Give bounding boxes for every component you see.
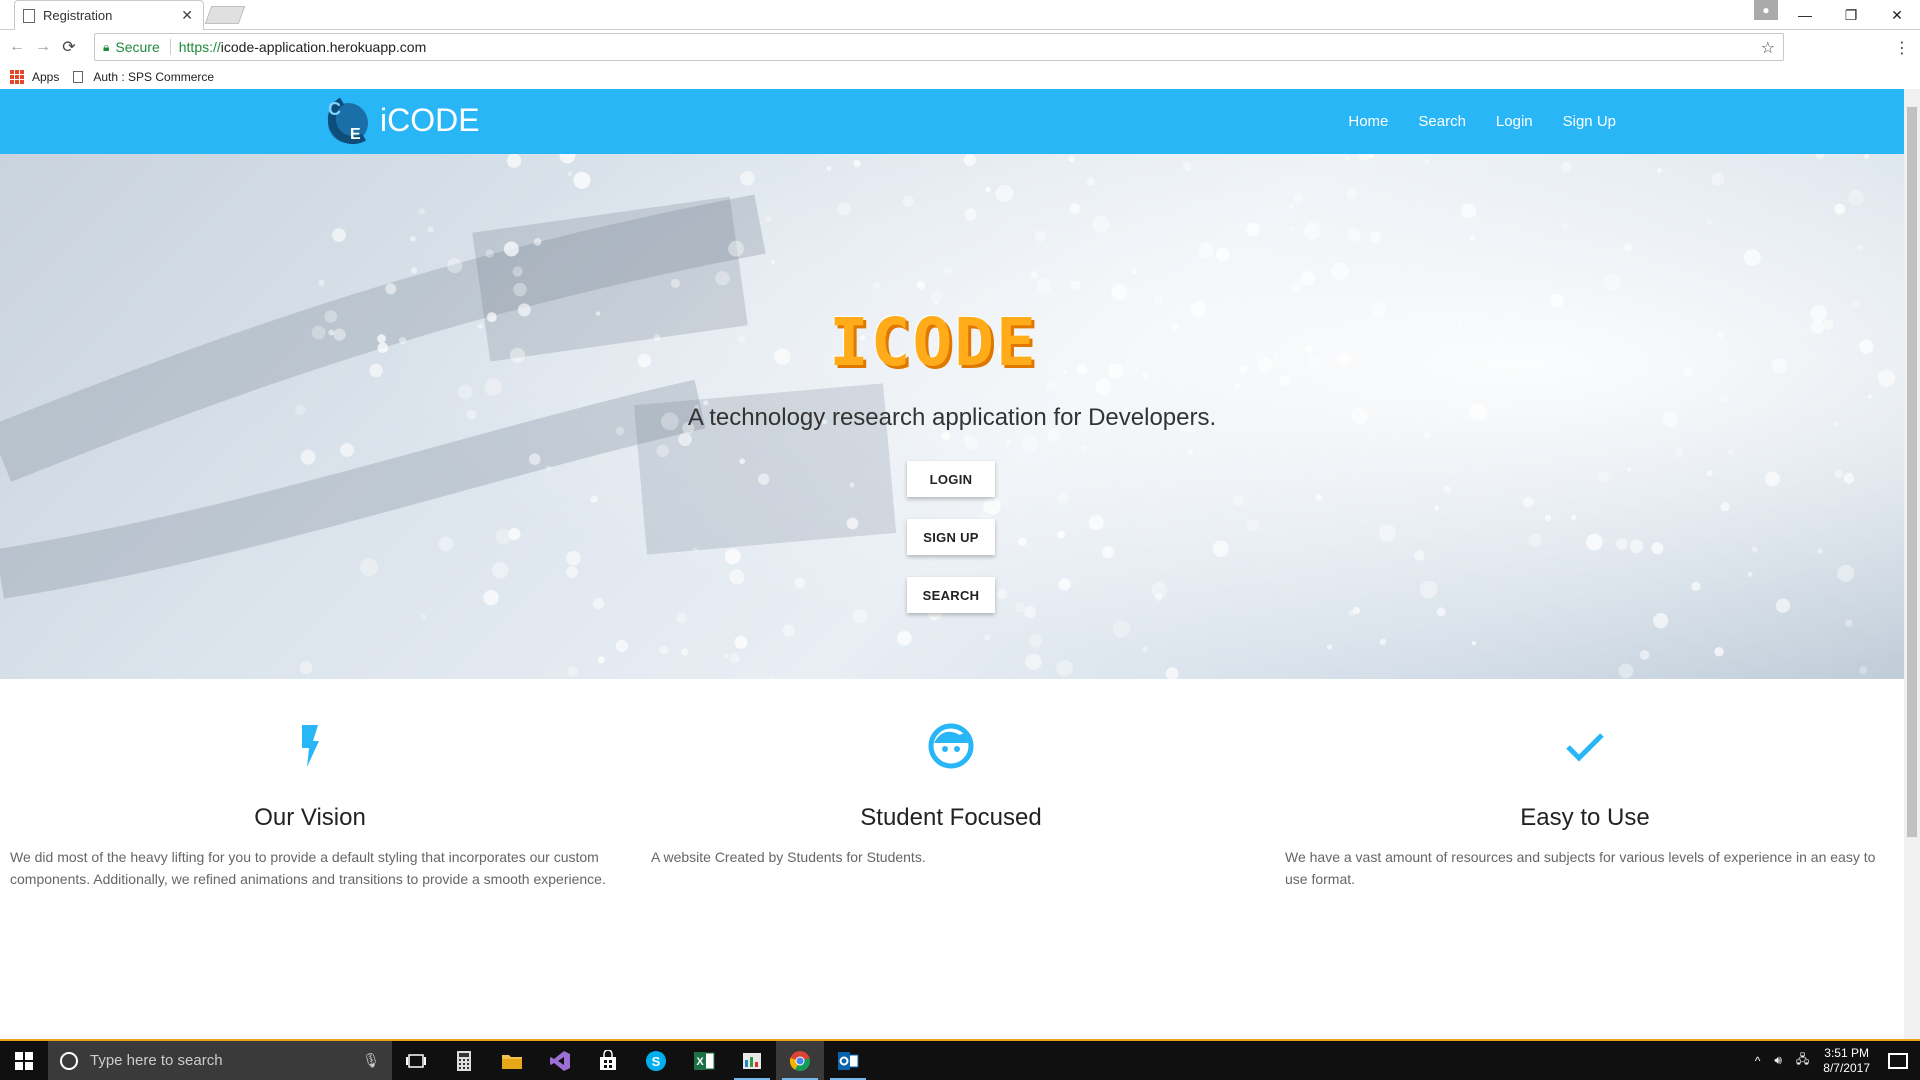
excel-icon[interactable]: X — [680, 1041, 728, 1080]
forward-icon[interactable]: → — [30, 38, 56, 56]
nav-login[interactable]: Login — [1496, 113, 1533, 130]
feature-title: Our Vision — [254, 804, 366, 831]
bookmark-apps[interactable]: Apps — [10, 69, 60, 84]
minimize-icon[interactable]: — — [1782, 7, 1828, 23]
check-icon — [1566, 733, 1604, 762]
windows-logo-icon — [15, 1051, 33, 1070]
bookmark-label: Auth : SPS Commerce — [93, 69, 215, 84]
store-icon[interactable] — [584, 1041, 632, 1080]
window-controls: — ❐ ✕ — [1782, 0, 1920, 30]
tab-title: Registration — [43, 8, 113, 23]
restore-icon[interactable]: ❐ — [1828, 7, 1874, 24]
browser-tab[interactable]: Registration ✕ — [14, 0, 204, 30]
app-icon[interactable] — [728, 1041, 776, 1080]
hero-sign-up-button[interactable]: SIGN UP — [907, 519, 995, 555]
flash-icon — [302, 725, 319, 767]
back-icon[interactable]: ← — [4, 38, 30, 56]
taskbar-search-placeholder: Type here to search — [90, 1052, 223, 1069]
features-section: Our Vision We did most of the heavy lift… — [0, 679, 1904, 1039]
scrollbar-thumb[interactable] — [1907, 107, 1917, 837]
nav-home[interactable]: Home — [1348, 113, 1388, 130]
profile-icon[interactable]: ● — [1754, 0, 1778, 20]
secure-label: Secure — [115, 39, 160, 55]
address-bar[interactable]: 🔒︎ Secure https:// icode-application.her… — [94, 33, 1784, 61]
clock-time: 3:51 PM — [1824, 1045, 1869, 1060]
feature-text: A website Created by Students for Studen… — [651, 849, 926, 865]
browser-tab-strip: Registration ✕ ● — ❐ ✕ — [0, 0, 1920, 30]
windows-taskbar: Type here to search 🎙︎ S X ^ 🔊︎ 🖧︎ 3:51 … — [0, 1039, 1920, 1080]
bookmark-label: Apps — [32, 69, 60, 84]
hero-section: ICODE A technology research application … — [0, 154, 1904, 679]
close-tab-icon[interactable]: ✕ — [181, 7, 193, 24]
chrome-icon[interactable] — [776, 1041, 824, 1080]
new-tab-button[interactable] — [204, 6, 246, 24]
chevron-up-icon[interactable]: ^ — [1755, 1054, 1761, 1068]
calculator-icon[interactable] — [440, 1041, 488, 1080]
face-icon — [928, 723, 974, 769]
visual-studio-icon[interactable] — [536, 1041, 584, 1080]
bookmarks-bar: Apps Auth : SPS Commerce — [0, 64, 1920, 89]
clock-date: 8/7/2017 — [1823, 1060, 1870, 1075]
site-header: C E iCODE Home Search Login Sign Up — [0, 89, 1904, 154]
nav-search[interactable]: Search — [1418, 113, 1466, 130]
feature-title: Student Focused — [860, 804, 1042, 831]
url-host: icode-application.herokuapp.com — [220, 39, 427, 55]
task-view-icon[interactable] — [392, 1041, 440, 1080]
page-icon — [23, 8, 35, 23]
cortana-icon — [60, 1051, 78, 1070]
outlook-icon[interactable] — [824, 1041, 872, 1080]
brand-name: iCODE — [380, 101, 480, 138]
volume-icon[interactable]: 🔊︎ — [1774, 1053, 1782, 1068]
svg-text:X: X — [696, 1056, 704, 1068]
bookmark-auth-sps[interactable]: Auth : SPS Commerce — [73, 70, 214, 84]
skype-icon[interactable]: S — [632, 1041, 680, 1080]
main-nav: Home Search Login Sign Up — [1318, 89, 1616, 154]
hero-tagline: A technology research application for De… — [687, 404, 1217, 431]
apps-grid-icon — [10, 69, 24, 84]
feature-title: Easy to Use — [1520, 804, 1650, 831]
browser-menu-icon[interactable]: ⋮ — [1894, 38, 1910, 58]
page-scrollbar[interactable] — [1904, 89, 1920, 1039]
microphone-icon[interactable]: 🎙︎ — [362, 1052, 380, 1069]
feature-text: We have a vast amount of resources and s… — [1285, 849, 1876, 887]
taskbar-search-box[interactable]: Type here to search 🎙︎ — [48, 1041, 392, 1080]
svg-text:C: C — [328, 99, 341, 119]
taskbar-clock[interactable]: 3:51 PM 8/7/2017 — [1823, 1046, 1870, 1076]
file-explorer-icon[interactable] — [488, 1041, 536, 1080]
svg-text:S: S — [652, 1054, 661, 1069]
feature-text: We did most of the heavy lifting for you… — [10, 849, 606, 887]
hero-search-button[interactable]: SEARCH — [907, 577, 995, 613]
bookmark-star-icon[interactable]: ☆ — [1761, 38, 1775, 58]
icode-logo-icon: C E — [327, 97, 368, 145]
brand-logo[interactable]: C E iCODE — [322, 93, 480, 147]
hero-login-button[interactable]: LOGIN — [907, 461, 995, 497]
svg-text:E: E — [350, 126, 361, 143]
action-center-icon[interactable] — [1888, 1052, 1908, 1069]
nav-sign-up[interactable]: Sign Up — [1563, 113, 1616, 130]
reload-icon[interactable]: ⟳ — [56, 37, 82, 57]
browser-toolbar: ← → ⟳ 🔒︎ Secure https:// icode-applicati… — [0, 30, 1920, 64]
url-scheme: https:// — [178, 39, 221, 55]
network-icon[interactable]: 🖧︎ — [1796, 1050, 1809, 1071]
close-window-icon[interactable]: ✕ — [1874, 7, 1920, 24]
lock-icon: 🔒︎ — [103, 39, 110, 54]
page-icon — [73, 70, 84, 83]
system-tray: ^ 🔊︎ 🖧︎ 3:51 PM 8/7/2017 — [1755, 1041, 1920, 1080]
start-button[interactable] — [0, 1041, 48, 1080]
hero-icode-logo: ICODE — [829, 304, 1038, 381]
